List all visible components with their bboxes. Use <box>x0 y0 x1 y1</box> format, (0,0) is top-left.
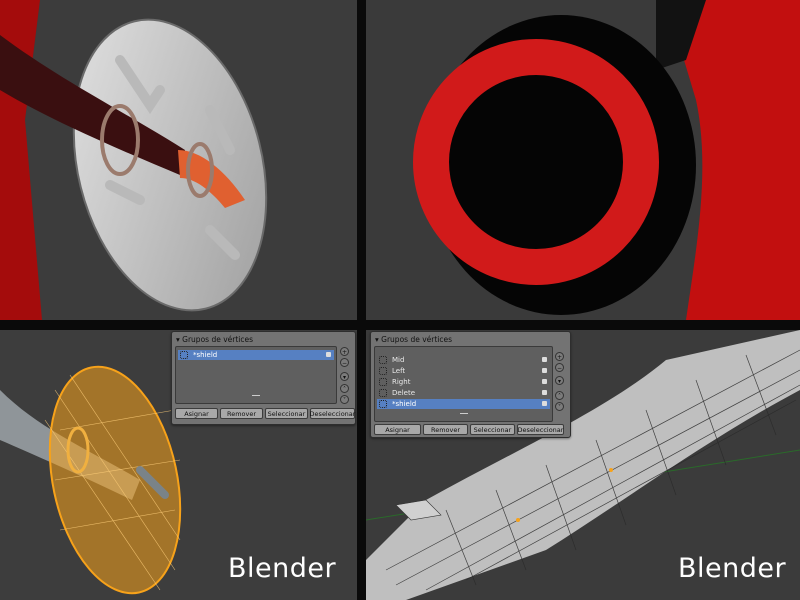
viewport-edit-mode-left[interactable]: ▾ Grupos de vértices *shield + − ▾ ˄ ˅ A… <box>0 330 357 600</box>
vertex-groups-panel: ▾ Grupos de vértices *shield + − ▾ ˄ ˅ A… <box>171 331 356 425</box>
lock-icon[interactable] <box>326 352 331 357</box>
lock-icon[interactable] <box>542 357 547 362</box>
menu-icon[interactable]: ▾ <box>340 372 349 381</box>
vertex-group-row[interactable]: Mid <box>377 355 550 365</box>
lock-icon[interactable] <box>542 368 547 373</box>
vertex-group-actions: Asignar Remover Seleccionar Deselecciona… <box>374 424 564 435</box>
vertex-group-list[interactable]: *shield <box>175 346 337 404</box>
vertex-groups-title: Grupos de vértices <box>381 335 453 344</box>
vertex-group-label: Mid <box>392 356 405 364</box>
select-button[interactable]: Seleccionar <box>265 408 308 419</box>
assign-button[interactable]: Asignar <box>175 408 218 419</box>
assign-button[interactable]: Asignar <box>374 424 421 435</box>
vertex-group-icon <box>379 400 387 408</box>
vertex-group-label: *shield <box>193 351 218 359</box>
vertex-group-icon <box>379 389 387 397</box>
chevron-up-icon[interactable]: ˄ <box>555 391 564 400</box>
select-button[interactable]: Seleccionar <box>470 424 515 435</box>
vertex-groups-header[interactable]: ▾ Grupos de vértices <box>375 335 452 344</box>
chevron-down-icon[interactable]: ˅ <box>340 395 349 404</box>
vertex-group-label: Left <box>392 367 406 375</box>
vertex-groups-header[interactable]: ▾ Grupos de vértices <box>176 335 253 344</box>
vertex-group-label: Right <box>392 378 411 386</box>
remove-button[interactable]: Remover <box>423 424 468 435</box>
viewport-edit-mode-right[interactable]: ▾ Grupos de vértices Mid Left Right Dele… <box>366 330 800 600</box>
chevron-up-icon[interactable]: ˄ <box>340 384 349 393</box>
render-view-shield-front <box>366 0 800 320</box>
vertex-group-row[interactable]: *shield <box>377 399 550 409</box>
list-resize-grip[interactable] <box>252 395 260 396</box>
vertex-group-row[interactable]: Right <box>377 377 550 387</box>
vertex-group-row[interactable]: Left <box>377 366 550 376</box>
lock-icon[interactable] <box>542 390 547 395</box>
render-view-shield-back <box>0 0 357 320</box>
shield-front-render <box>413 0 800 320</box>
vertex-group-icon <box>379 378 387 386</box>
vertex-group-list[interactable]: Mid Left Right Delete *shield <box>374 346 553 422</box>
vertex-group-label: *shield <box>392 400 417 408</box>
list-resize-grip[interactable] <box>460 413 468 414</box>
plus-icon[interactable]: + <box>555 352 564 361</box>
vertex-group-row[interactable]: Delete <box>377 388 550 398</box>
lock-icon[interactable] <box>542 379 547 384</box>
vertex-group-icon <box>379 367 387 375</box>
vertex-group-row[interactable]: *shield <box>178 350 334 360</box>
vertex-group-icon <box>180 351 188 359</box>
minus-icon[interactable]: − <box>555 363 564 372</box>
vertex-group-actions: Asignar Remover Seleccionar Deselecciona… <box>175 408 355 419</box>
chevron-down-icon[interactable]: ˅ <box>555 402 564 411</box>
blender-watermark: Blender <box>678 553 787 584</box>
vertex-group-label: Delete <box>392 389 415 397</box>
remove-button[interactable]: Remover <box>220 408 263 419</box>
shield-back-render <box>0 0 268 320</box>
menu-icon[interactable]: ▾ <box>555 376 564 385</box>
vertex-group-icon <box>379 356 387 364</box>
plus-icon[interactable]: + <box>340 347 349 356</box>
deselect-button[interactable]: Deseleccionar <box>310 408 355 419</box>
lock-icon[interactable] <box>542 401 547 406</box>
deselect-button[interactable]: Deseleccionar <box>517 424 564 435</box>
minus-icon[interactable]: − <box>340 358 349 367</box>
vertex-groups-panel: ▾ Grupos de vértices Mid Left Right Dele… <box>370 331 571 438</box>
blender-watermark: Blender <box>228 553 337 584</box>
vertex-groups-title: Grupos de vértices <box>182 335 254 344</box>
